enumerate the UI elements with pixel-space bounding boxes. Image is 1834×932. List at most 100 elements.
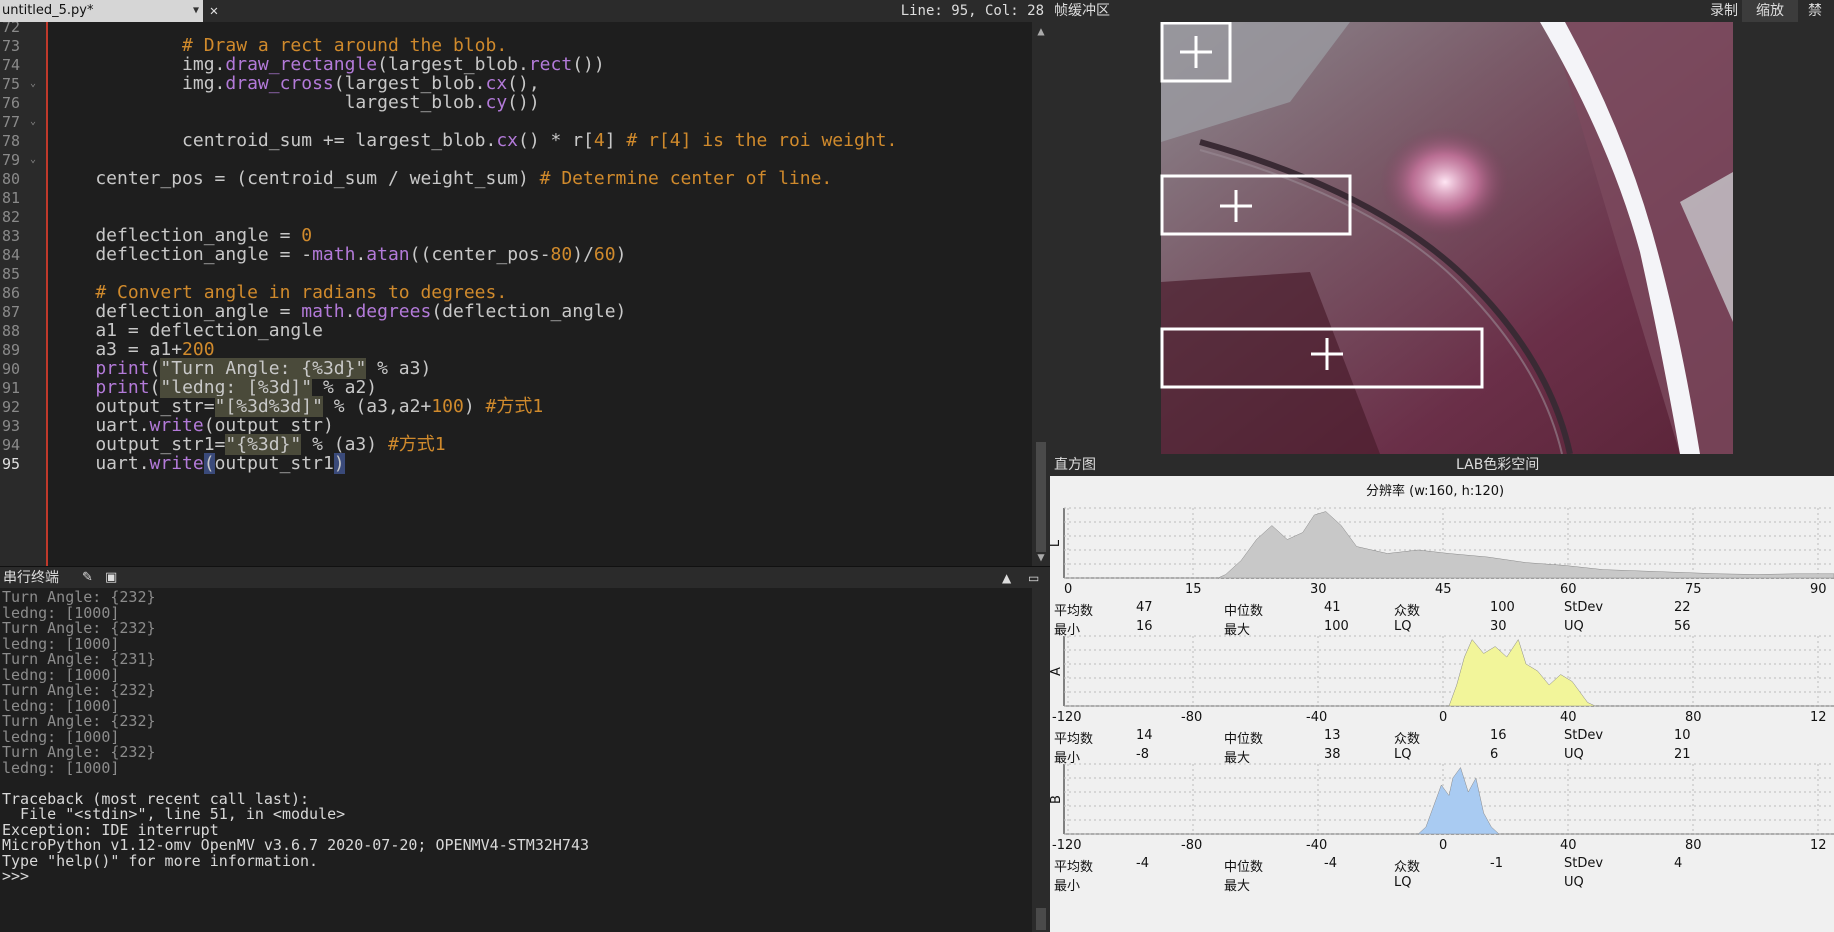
terminal-line: Type "help()" for more information. [2, 851, 319, 870]
close-icon[interactable]: ✕ [205, 0, 223, 22]
histogram-panel: 分辨率 (w:160, h:120) L0153045607590平均数47中位… [1050, 476, 1834, 932]
framebuffer-header: 帧缓冲区 录制 缩放 禁用 [1050, 0, 1834, 41]
stat-value-mean: -4 [1136, 856, 1149, 871]
stat-label-max: 最大 [1224, 751, 1251, 766]
stat-value-min: -8 [1136, 747, 1149, 762]
stat-value-median: 13 [1324, 728, 1341, 743]
tick-label: 75 [1685, 582, 1702, 597]
tick-label: 12 [1810, 710, 1827, 725]
code-line: deflection_angle = -math.atan((center_po… [52, 244, 627, 265]
stat-value-mode: 100 [1490, 600, 1515, 615]
stat-label-median: 中位数 [1224, 604, 1264, 619]
tick-label: 40 [1560, 838, 1577, 853]
stat-label-stdev: StDev [1564, 600, 1604, 615]
channel-label: A [1050, 667, 1064, 676]
stat-value-stdev: 4 [1674, 856, 1683, 871]
scroll-down-icon[interactable]: ▼ [1032, 548, 1050, 566]
code-lines: # Draw a rect around the blob. img.draw_… [0, 22, 1032, 566]
stat-label-stdev: StDev [1564, 728, 1604, 743]
stat-label-min: 最小 [1054, 751, 1081, 766]
stat-value-lq: 6 [1490, 747, 1499, 762]
tick-label: 80 [1685, 838, 1702, 853]
save-icon[interactable]: ▣ [105, 567, 117, 589]
tick-label: 30 [1310, 582, 1327, 597]
stat-value-uq: 21 [1674, 747, 1691, 762]
terminal-scrollbar[interactable] [1032, 588, 1050, 932]
terminal-line: ledng: [1000] [2, 758, 120, 777]
channel-label: B [1050, 795, 1064, 804]
stat-value-mean: 14 [1136, 728, 1153, 743]
stat-label-uq: UQ [1564, 875, 1584, 890]
framebuffer-title: 帧缓冲区 [1054, 3, 1110, 19]
tick-label: 12 [1810, 838, 1827, 853]
scroll-thumb[interactable] [1036, 442, 1046, 552]
scroll-thumb[interactable] [1036, 908, 1046, 930]
tick-label: 15 [1185, 582, 1202, 597]
tick-label: 40 [1560, 710, 1577, 725]
stat-label-mean: 平均数 [1054, 604, 1094, 619]
tick-label: -120 [1052, 838, 1082, 853]
tick-label: -120 [1052, 710, 1082, 725]
stat-value-median: -4 [1324, 856, 1337, 871]
stat-value-mode: 16 [1490, 728, 1507, 743]
stat-value-max: 38 [1324, 747, 1341, 762]
chevron-down-icon[interactable]: ▼ [193, 0, 199, 22]
stat-label-mode: 众数 [1394, 860, 1421, 875]
tick-label: 45 [1435, 582, 1452, 597]
stat-value-stdev: 10 [1674, 728, 1691, 743]
stat-label-mean: 平均数 [1054, 732, 1094, 747]
colorspace-select[interactable]: LAB色彩空间 [1456, 454, 1539, 476]
maximize-icon[interactable]: ▭ [1028, 567, 1039, 589]
clear-icon[interactable]: ✎ [82, 567, 93, 589]
code-line: center_pos = (centroid_sum / weight_sum)… [52, 168, 833, 189]
cursor-status: Line: 95, Col: 28 [900, 3, 1044, 19]
serial-terminal-title: 串行终端 [3, 570, 59, 586]
stat-value-lq: 30 [1490, 619, 1507, 634]
zoom-button[interactable]: 缩放 [1742, 0, 1798, 22]
stat-label-max: 最大 [1224, 623, 1251, 638]
tick-label: 0 [1064, 582, 1073, 597]
tick-label: 90 [1810, 582, 1827, 597]
tick-label: 0 [1439, 710, 1448, 725]
chevron-up-icon[interactable]: ▲ [1002, 567, 1011, 589]
tick-label: -80 [1181, 838, 1203, 853]
tick-label: 60 [1560, 582, 1577, 597]
record-button[interactable]: 录制 [1710, 0, 1738, 22]
stat-value-max: 100 [1324, 619, 1349, 634]
editor-tab-bar: untitled_5.py* ▼ ✕ Line: 95, Col: 28 [0, 0, 1050, 23]
stat-label-median: 中位数 [1224, 732, 1264, 747]
channel-label: L [1050, 540, 1063, 547]
tick-label: -80 [1181, 710, 1203, 725]
stat-value-mean: 47 [1136, 600, 1153, 615]
code-editor[interactable]: 72 73 74 75 ⌄ 76 77 ⌄ 78 79 ⌄ 80 81 82 83 84 85 86 87 88 89 9… [0, 22, 1032, 566]
framebuffer-view[interactable] [1050, 21, 1834, 455]
code-line: largest_blob.cy()) [52, 92, 540, 113]
code-line: uart.write(output_str1) [52, 453, 345, 474]
tick-label: 0 [1439, 838, 1448, 853]
stat-label-stdev: StDev [1564, 856, 1604, 871]
stat-label-uq: UQ [1564, 747, 1584, 762]
serial-terminal[interactable]: Turn Angle: {232} ledng: [1000] Turn Angle… [0, 588, 1032, 932]
stat-label-lq: LQ [1394, 619, 1412, 634]
stat-value-median: 41 [1324, 600, 1341, 615]
stat-label-mode: 众数 [1394, 604, 1421, 619]
stat-label-min: 最小 [1054, 623, 1081, 638]
editor-scrollbar[interactable]: ▲ ▼ [1032, 22, 1050, 566]
tick-label: 80 [1685, 710, 1702, 725]
tab-untitled-5[interactable]: untitled_5.py* ▼ [0, 0, 203, 22]
histogram-title: 直方图 [1054, 457, 1096, 473]
stat-label-lq: LQ [1394, 747, 1412, 762]
histogram-header: 直方图 LAB色彩空间 [1050, 454, 1834, 476]
stat-label-min: 最小 [1054, 879, 1081, 894]
serial-terminal-header: 串行终端 ✎ ▣ ▲ ▭ [0, 566, 1050, 589]
stat-label-mode: 众数 [1394, 732, 1421, 747]
code-line: centroid_sum += largest_blob.cx() * r[4]… [52, 130, 898, 151]
stat-value-min: 16 [1136, 619, 1153, 634]
scroll-up-icon[interactable]: ▲ [1032, 22, 1050, 40]
tick-label: -40 [1306, 838, 1328, 853]
stat-value-stdev: 22 [1674, 600, 1691, 615]
stat-label-max: 最大 [1224, 879, 1251, 894]
stat-label-lq: LQ [1394, 875, 1412, 890]
stat-value-uq: 56 [1674, 619, 1691, 634]
tab-label: untitled_5.py* [2, 3, 94, 18]
